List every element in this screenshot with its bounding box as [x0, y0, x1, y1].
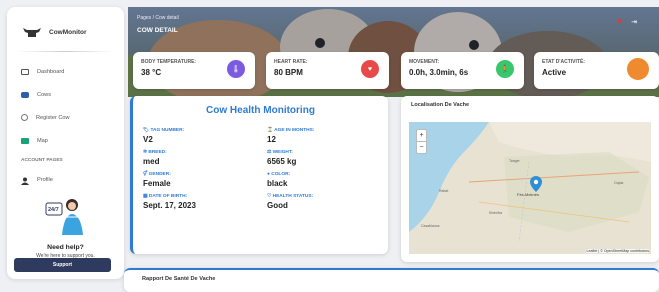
field-value: Female — [143, 179, 171, 188]
badge-24-7: 24/7 — [48, 207, 59, 213]
sidebar-item-label: Profile — [37, 176, 53, 183]
card-title: Cow Health Monitoring — [206, 105, 315, 116]
zoom-in-button[interactable]: + — [417, 130, 426, 142]
svg-text:Tanger: Tanger — [509, 159, 521, 163]
zoom-out-button[interactable]: − — [417, 142, 426, 153]
sidebar-item-dashboard[interactable]: Dashboard — [7, 60, 124, 83]
sidebar-item-label: Map — [37, 137, 48, 144]
field-label: ⚥ GENDER: — [143, 172, 267, 179]
field-tag-number: 🏷 TAG NUMBER: V2 — [143, 128, 267, 147]
map-icon — [21, 137, 29, 144]
field-label: 🏷 TAG NUMBER: — [143, 128, 267, 135]
location-map-card: Localisation De Vache Tanger Rabat Casab… — [401, 96, 659, 262]
field-value: Good — [267, 201, 288, 210]
field-age: ⌛ AGE IN MONTHS: 12 — [267, 128, 377, 147]
svg-text:Khénifra: Khénifra — [489, 211, 502, 215]
support-button[interactable]: Support — [14, 258, 111, 272]
field-label-text: WEIGHT: — [272, 150, 293, 155]
divider — [17, 51, 114, 52]
page-title: COW DETAIL — [137, 27, 178, 34]
sidebar-item-label: Register Cow — [36, 114, 70, 121]
health-report-card: Rapport De Santé De Vache — [124, 268, 659, 292]
health-monitoring-card: Cow Health Monitoring 🏷 TAG NUMBER: V2 ⌛… — [130, 96, 388, 254]
field-gender: ⚥ GENDER: Female — [143, 172, 267, 191]
breadcrumb[interactable]: Pages / Cow detail — [137, 15, 179, 21]
field-value: V2 — [143, 135, 153, 144]
thermometer-icon: 🌡 — [227, 60, 245, 78]
section-title: ACCOUNT PAGES — [21, 158, 63, 163]
brand-name: CowMonitor — [49, 28, 87, 36]
header-actions: ⚑ ⇥ — [617, 18, 637, 26]
field-value: Sept. 17, 2023 — [143, 201, 196, 210]
help-title: Need help? — [47, 244, 84, 251]
field-label: ⌛ AGE IN MONTHS: — [267, 128, 377, 135]
field-breed: ✲ BREED: med — [143, 150, 267, 169]
stat-card-heart-rate: HEART RATE: 80 BPM ♥ — [266, 52, 389, 89]
stat-card-activity: ETAT D'ACTIVITÉ: Active — [534, 52, 659, 89]
flag-icon[interactable]: ⚑ — [617, 18, 623, 26]
marker-label: Fès-Meknès — [517, 192, 539, 197]
field-label: ▦ DATE OF BIRTH: — [143, 194, 267, 201]
field-value: med — [143, 157, 160, 166]
field-label: ✲ BREED: — [143, 150, 267, 157]
field-label-text: DATE OF BIRTH: — [148, 194, 188, 199]
field-health-status: ♡ HEALTH STATUS: Good — [267, 194, 377, 213]
cow-icon — [21, 91, 29, 98]
help-panel: 24/7 Need help? We're here to support yo… — [11, 193, 120, 259]
activity-dot-icon — [627, 58, 649, 80]
stat-card-movement: MOVEMENT: 0.0h, 3.0min, 6s 🚶 — [401, 52, 524, 89]
field-label-text: COLOR: — [271, 172, 291, 177]
field-label-text: BREED: — [148, 150, 167, 155]
cow-logo-icon — [23, 28, 41, 37]
support-agent-illustration: 24/7 — [45, 199, 83, 235]
field-value: 12 — [267, 135, 276, 144]
sidebar-item-cows[interactable]: Cows — [7, 83, 124, 106]
walk-icon: 🚶 — [496, 60, 514, 78]
sidebar-item-label: Cows — [37, 91, 51, 98]
map-view[interactable]: Tanger Rabat Casablanca Oujda Khénifra F… — [409, 122, 651, 254]
field-label: ♡ HEALTH STATUS: — [267, 194, 377, 201]
user-icon — [21, 177, 29, 185]
svg-text:Oujda: Oujda — [614, 181, 623, 185]
field-color: ● COLOR: black — [267, 172, 377, 191]
sidebar-item-label: Dashboard — [37, 68, 65, 75]
field-weight: ⚖ WEIGHT: 6565 kg — [267, 150, 377, 169]
zoom-control: + − — [416, 129, 427, 154]
svg-text:Casablanca: Casablanca — [421, 224, 440, 228]
stat-card-body-temperature: BODY TEMPERATURE: 38 °C 🌡 — [133, 52, 255, 89]
dashboard-icon — [21, 68, 29, 75]
sidebar: CowMonitor Dashboard Cows Register Cow M… — [7, 7, 124, 279]
map-attribution[interactable]: Leaflet | © OpenStreetMap contributors — [586, 249, 649, 253]
field-label-text: AGE IN MONTHS: — [274, 128, 315, 133]
register-icon — [21, 114, 28, 121]
field-value: 6565 kg — [267, 157, 297, 166]
sidebar-item-profile[interactable]: Profile — [7, 168, 124, 191]
map-tiles: Tanger Rabat Casablanca Oujda Khénifra F… — [409, 122, 651, 254]
field-value: black — [267, 179, 288, 188]
card-title: Localisation De Vache — [411, 102, 470, 108]
field-label-text: HEALTH STATUS: — [272, 194, 314, 199]
sidebar-item-map[interactable]: Map — [7, 129, 124, 152]
sign-out-icon[interactable]: ⇥ — [631, 18, 637, 26]
sidebar-item-register-cow[interactable]: Register Cow — [7, 106, 124, 129]
field-date-of-birth: ▦ DATE OF BIRTH: Sept. 17, 2023 — [143, 194, 267, 213]
card-title: Rapport De Santé De Vache — [142, 276, 216, 282]
heart-icon: ♥ — [361, 60, 379, 78]
svg-text:Rabat: Rabat — [439, 189, 448, 193]
field-label: ⚖ WEIGHT: — [267, 150, 377, 157]
field-label-text: TAG NUMBER: — [150, 128, 185, 133]
brand[interactable]: CowMonitor — [7, 7, 124, 43]
field-label-text: GENDER: — [148, 172, 171, 177]
field-label: ● COLOR: — [267, 172, 377, 179]
